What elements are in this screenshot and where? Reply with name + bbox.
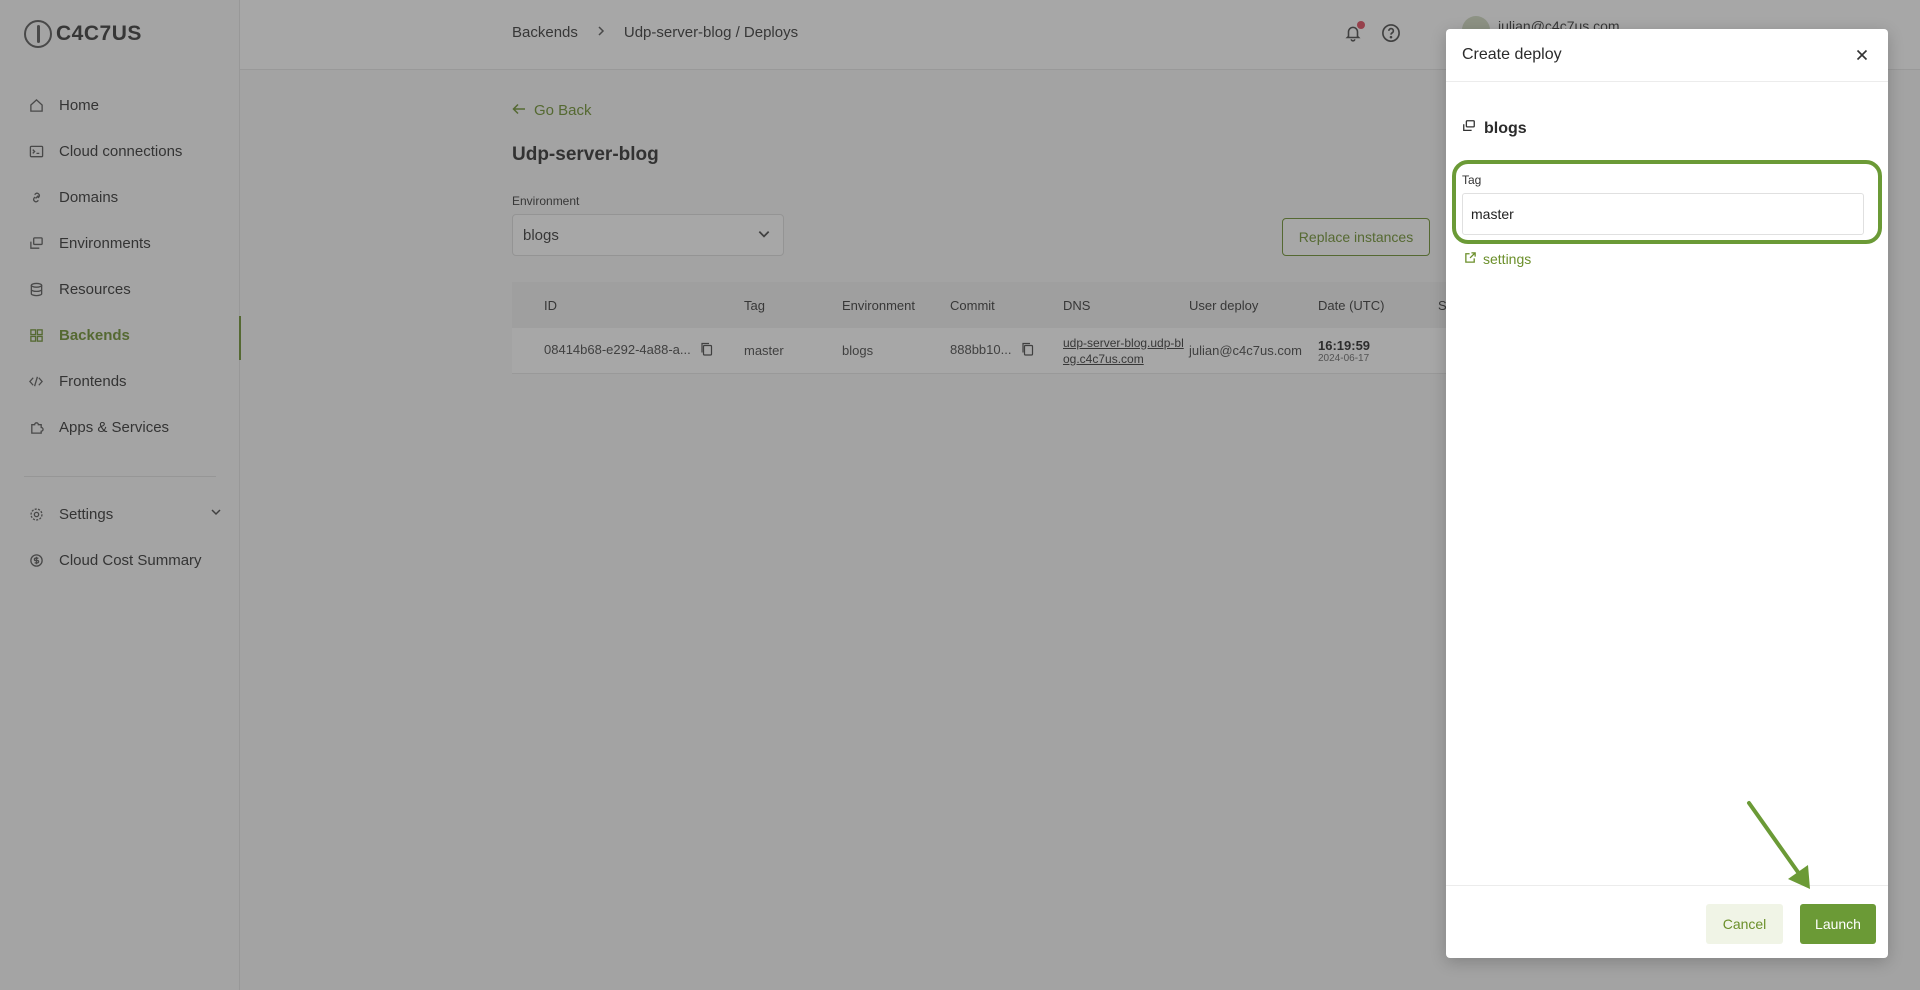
drawer-header: Create deploy	[1446, 29, 1888, 82]
layers-icon	[1462, 119, 1476, 138]
drawer-footer: Cancel Launch	[1446, 885, 1888, 958]
tag-input[interactable]	[1462, 193, 1864, 235]
close-icon[interactable]	[1852, 45, 1872, 65]
settings-link-label: settings	[1483, 251, 1532, 267]
cancel-button[interactable]: Cancel	[1706, 904, 1783, 944]
tag-label: Tag	[1462, 173, 1482, 187]
drawer-environment-name: blogs	[1484, 119, 1527, 137]
settings-link[interactable]: settings	[1464, 251, 1531, 267]
annotation-arrow-icon	[1747, 801, 1810, 889]
external-link-icon	[1464, 251, 1477, 267]
launch-button[interactable]: Launch	[1800, 904, 1876, 944]
drawer-environment: blogs	[1462, 119, 1527, 138]
drawer-title: Create deploy	[1462, 46, 1562, 63]
